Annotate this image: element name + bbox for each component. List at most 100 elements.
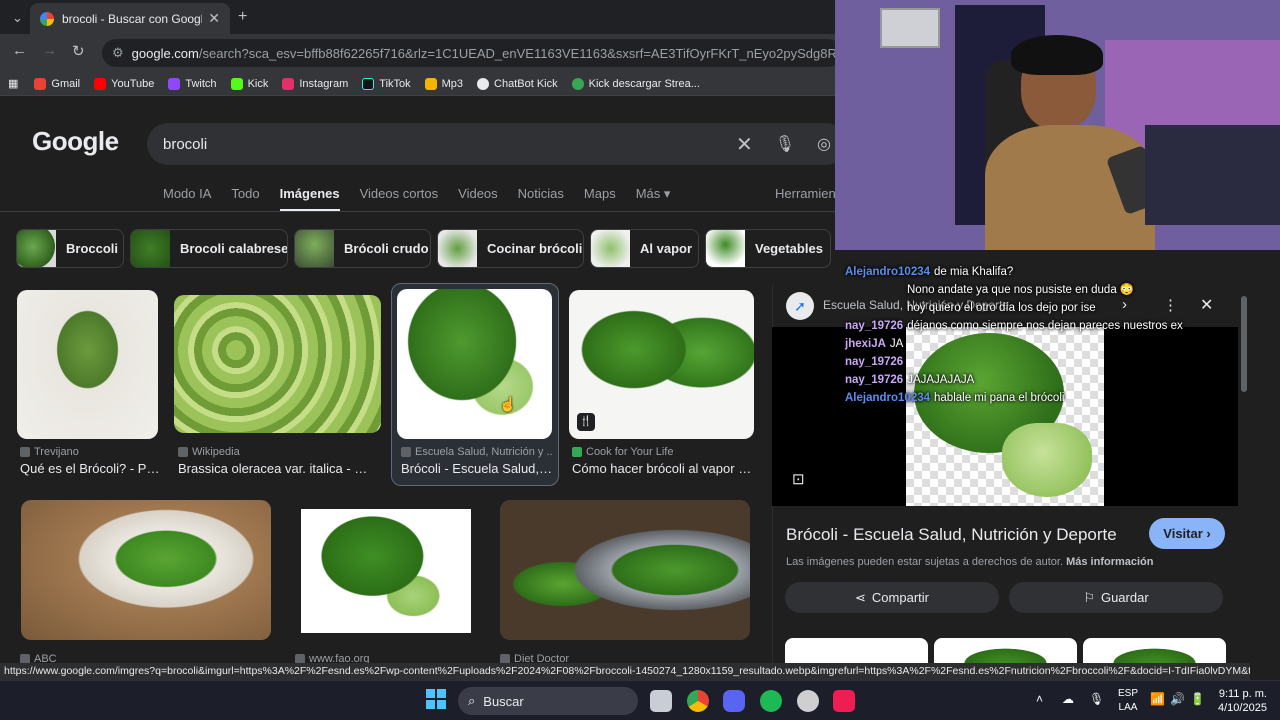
chat-message: jhexiJA JA xyxy=(845,335,1185,353)
new-tab-icon[interactable]: + xyxy=(238,8,247,26)
bookmark-gmail[interactable]: Gmail xyxy=(34,77,80,90)
chrome-icon[interactable] xyxy=(687,690,709,712)
chip-al-vapor[interactable]: Al vapor xyxy=(590,229,699,268)
result-image-6[interactable] xyxy=(301,509,471,633)
related-image-2[interactable] xyxy=(934,638,1077,663)
bookmark-twitch[interactable]: Twitch xyxy=(168,77,217,90)
url-path: /search?sca_esv=bffb88f62265f716&rlz=1C1… xyxy=(198,45,842,61)
scrollbar[interactable] xyxy=(1240,288,1248,660)
google-logo[interactable]: Google xyxy=(32,126,119,157)
result-source-4[interactable]: Cook for Your Life xyxy=(572,446,752,458)
chip-broccoli[interactable]: Broccoli xyxy=(16,229,124,268)
site-logo-icon[interactable]: ➚ xyxy=(786,292,814,320)
search-input[interactable]: brocoli xyxy=(163,136,714,153)
battery-icon[interactable]: 🔋 xyxy=(1190,692,1205,706)
result-image-7[interactable] xyxy=(500,500,750,640)
result-source-3[interactable]: Escuela Salud, Nutrición y ... xyxy=(401,446,553,458)
spotify-icon[interactable] xyxy=(760,690,782,712)
tab-noticias[interactable]: Noticias xyxy=(518,186,564,212)
result-image-2[interactable] xyxy=(174,295,381,433)
taskbar-search[interactable]: ⌕ Buscar xyxy=(458,687,638,715)
apps-icon[interactable]: ▦ xyxy=(8,77,18,90)
bookmark-youtube[interactable]: YouTube xyxy=(94,77,154,90)
chat-username[interactable]: jhexiJA xyxy=(845,338,886,350)
chat-text: hablale mi pana el brócoli xyxy=(934,392,1065,404)
related-image-1[interactable] xyxy=(785,638,928,663)
tiktok-icon xyxy=(362,77,375,90)
language-indicator[interactable]: ESP LAA xyxy=(1118,687,1138,715)
chip-thumbnail xyxy=(17,230,56,267)
address-bar[interactable]: ⚙ google.com/search?sca_esv=bffb88f62265… xyxy=(102,39,842,67)
reload-icon[interactable]: ↻ xyxy=(72,42,85,60)
chip-cocinar-brocoli[interactable]: Cocinar brócoli xyxy=(437,229,584,268)
visit-button[interactable]: Visitar › xyxy=(1149,518,1225,549)
mic-tray-icon[interactable]: 🎙 xyxy=(1089,692,1104,706)
clear-search-icon[interactable]: ✕ xyxy=(736,132,753,157)
chat-username[interactable]: Alejandro10234 xyxy=(845,392,930,404)
tab-todo[interactable]: Todo xyxy=(231,186,259,212)
chat-username[interactable]: Alejandro10234 xyxy=(845,266,930,278)
volume-icon[interactable]: 🔊 xyxy=(1170,692,1185,706)
bookmark-tiktok[interactable]: TikTok xyxy=(362,77,411,90)
chat-username[interactable]: nay_19726 xyxy=(845,320,903,332)
chip-brocoli-calabrese[interactable]: Brocoli calabrese xyxy=(130,229,288,268)
tab-videos[interactable]: Videos xyxy=(458,186,498,212)
lens-icon[interactable]: ◎ xyxy=(817,134,831,154)
tray-overflow-icon[interactable]: ˄ xyxy=(1036,692,1043,706)
back-icon[interactable]: ← xyxy=(12,42,27,59)
microphone-icon[interactable]: 🎙 xyxy=(775,134,795,154)
browser-tab[interactable]: brocoli - Buscar con Google ✕ xyxy=(30,3,230,34)
tab-videos-cortos[interactable]: Videos cortos xyxy=(360,186,439,212)
tab-title: brocoli - Buscar con Google xyxy=(62,11,203,26)
result-image-5[interactable] xyxy=(21,500,271,640)
tab-mas[interactable]: Más ▾ xyxy=(636,186,671,212)
save-button[interactable]: ⚐ Guardar xyxy=(1009,582,1223,613)
chip-vegetables[interactable]: Vegetables xyxy=(705,229,831,268)
bookmark-instagram[interactable]: Instagram xyxy=(282,77,348,90)
tiktok-app-icon[interactable] xyxy=(833,690,855,712)
bookmark-kick-download[interactable]: Kick descargar Strea... xyxy=(571,77,700,90)
result-image-4[interactable]: 🍴 xyxy=(569,290,754,439)
site-info-icon[interactable]: ⚙ xyxy=(112,45,124,61)
result-source-2[interactable]: Wikipedia xyxy=(178,446,378,458)
tab-search-icon[interactable]: ⌄ xyxy=(12,10,23,26)
wifi-icon[interactable]: 📶 xyxy=(1150,692,1165,706)
taskbar-clock[interactable]: 9:11 p. m. 4/10/2025 xyxy=(1218,687,1267,715)
chat-username[interactable]: nay_19726 xyxy=(845,356,903,368)
discord-icon[interactable] xyxy=(723,690,745,712)
more-info-link[interactable]: Más información xyxy=(1066,556,1153,568)
chat-username[interactable]: nay_19726 xyxy=(845,374,903,386)
bookmark-chatbot-kick[interactable]: ChatBot Kick xyxy=(477,77,558,90)
scrollbar-thumb[interactable] xyxy=(1241,296,1247,392)
visual-search-icon[interactable]: ⊡ xyxy=(792,470,805,488)
result-image-3[interactable] xyxy=(397,289,552,439)
result-image-1[interactable] xyxy=(17,290,158,439)
chip-brocoli-crudo[interactable]: Brócoli crudo xyxy=(294,229,431,268)
task-view-icon[interactable] xyxy=(650,690,672,712)
obs-icon[interactable] xyxy=(797,690,819,712)
bookmark-kick[interactable]: Kick xyxy=(230,77,268,90)
chat-text: JAJAJAJAJA xyxy=(907,374,975,386)
result-title-4[interactable]: Cómo hacer brócoli al vapor | ... xyxy=(572,461,752,476)
chat-message: Alejandro10234 hablale mi pana el brócoli xyxy=(845,389,1185,407)
share-button[interactable]: ⋖ Compartir xyxy=(785,582,999,613)
tools-button[interactable]: Herramient xyxy=(775,186,839,201)
tray-app-icon[interactable]: ☁ xyxy=(1062,692,1074,706)
bookmark-mp3[interactable]: Mp3 xyxy=(424,77,463,90)
close-panel-icon[interactable]: ✕ xyxy=(1200,295,1213,315)
start-icon[interactable] xyxy=(426,689,446,709)
forward-icon[interactable]: → xyxy=(42,42,57,59)
tab-maps[interactable]: Maps xyxy=(584,186,616,212)
result-source-1[interactable]: Trevijano xyxy=(20,446,160,458)
result-title-3[interactable]: Brócoli - Escuela Salud, ... xyxy=(401,461,553,476)
site-favicon-icon xyxy=(401,447,411,457)
related-image-3[interactable] xyxy=(1083,638,1226,663)
search-box[interactable]: brocoli ✕ 🎙 ◎ xyxy=(147,123,847,165)
close-tab-icon[interactable]: ✕ xyxy=(208,10,220,27)
recipe-icon: 🍴 xyxy=(577,413,595,431)
result-title-1[interactable]: Qué es el Brócoli? - Pr... xyxy=(20,461,160,476)
tab-imagenes[interactable]: Imágenes xyxy=(279,186,340,212)
preview-title[interactable]: Brócoli - Escuela Salud, Nutrición y Dep… xyxy=(786,525,1117,545)
tab-modo-ia[interactable]: Modo IA xyxy=(163,186,211,212)
result-title-2[interactable]: Brassica oleracea var. italica - Wiki... xyxy=(178,461,378,476)
